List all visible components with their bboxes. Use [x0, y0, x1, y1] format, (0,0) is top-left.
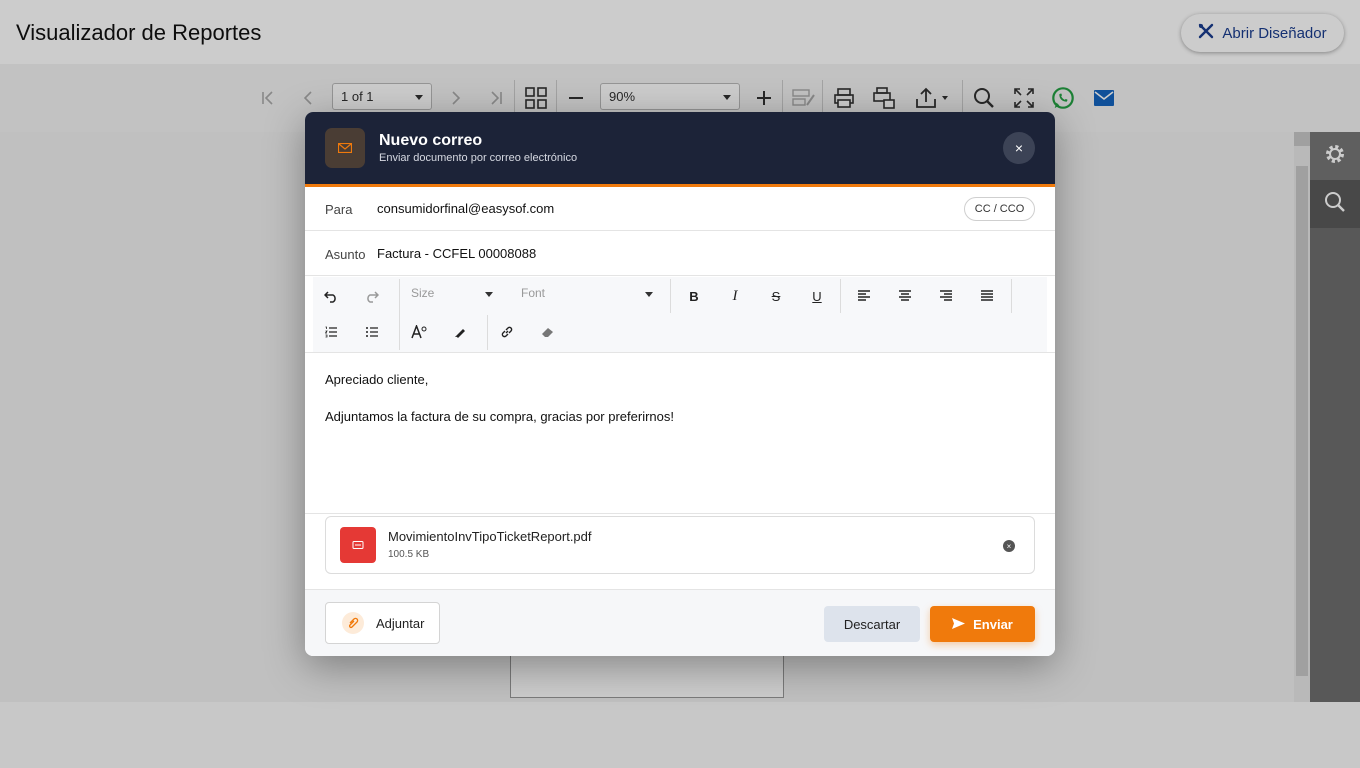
send-button[interactable]: Enviar	[930, 606, 1035, 642]
attachment-size: 100.5 KB	[388, 549, 430, 560]
to-label: Para	[325, 202, 353, 217]
discard-button[interactable]: Descartar	[824, 606, 920, 642]
dialog-title: Nuevo correo	[379, 132, 483, 149]
align-center-icon[interactable]	[891, 282, 919, 310]
attachments-area: MovimientoInvTipoTicketReport.pdf 100.5 …	[305, 513, 1055, 589]
body-line-message: Adjuntamos la factura de su compra, grac…	[325, 409, 675, 424]
subject-label: Asunto	[325, 247, 366, 262]
close-icon: ×	[1014, 140, 1024, 156]
email-body-editor[interactable]: Apreciado cliente, Adjuntamos la factura…	[325, 371, 1025, 445]
attachment-name: MovimientoInvTipoTicketReport.pdf	[388, 529, 592, 544]
editor-divider-line	[305, 352, 1055, 353]
dialog-footer: Adjuntar Descartar Enviar	[305, 589, 1055, 656]
editor-toolbar: Size Font B I S U	[313, 277, 1047, 352]
mail-icon	[325, 128, 365, 168]
chevron-down-icon	[645, 292, 653, 297]
strikethrough-button[interactable]: S	[762, 282, 790, 310]
to-field[interactable]: consumidorfinal@easysof.com	[377, 201, 937, 216]
attachment-card: MovimientoInvTipoTicketReport.pdf 100.5 …	[325, 516, 1035, 574]
font-size-select[interactable]: Size	[411, 286, 493, 306]
cc-bcc-button[interactable]: CC / CCO	[964, 197, 1035, 221]
font-size-placeholder: Size	[411, 286, 435, 300]
send-label: Enviar	[973, 616, 1013, 632]
align-left-icon[interactable]	[850, 282, 878, 310]
font-family-placeholder: Font	[521, 286, 546, 300]
dialog-subtitle: Enviar documento por correo electrónico	[379, 152, 578, 164]
ordered-list-icon[interactable]	[317, 318, 345, 346]
editor-divider	[840, 279, 841, 313]
new-email-dialog: Nuevo correo Enviar documento por correo…	[305, 112, 1055, 656]
remove-attachment-icon[interactable]: ×	[1003, 540, 1015, 552]
dialog-header: Nuevo correo Enviar documento por correo…	[305, 112, 1055, 184]
bullet-list-icon[interactable]	[358, 318, 386, 346]
highlight-pen-icon[interactable]	[446, 318, 474, 346]
underline-button[interactable]: U	[803, 282, 831, 310]
editor-divider	[487, 315, 488, 350]
editor-divider	[670, 279, 671, 313]
subject-row: Asunto Factura - CCFEL 00008088	[305, 232, 1055, 276]
subject-field[interactable]: Factura - CCFEL 00008088	[377, 246, 937, 261]
italic-button[interactable]: I	[721, 282, 749, 310]
body-line-greeting: Apreciado cliente,	[325, 372, 429, 387]
chevron-down-icon	[485, 292, 493, 297]
close-button[interactable]: ×	[1003, 132, 1035, 164]
link-icon[interactable]	[493, 318, 521, 346]
to-row: Para consumidorfinal@easysof.com CC / CC…	[305, 187, 1055, 231]
font-family-select[interactable]: Font	[521, 286, 653, 306]
align-justify-icon[interactable]	[973, 282, 1001, 310]
attach-file-label: Adjuntar	[376, 615, 425, 631]
send-icon	[952, 617, 966, 632]
editor-divider	[1011, 279, 1012, 313]
align-right-icon[interactable]	[932, 282, 960, 310]
attach-file-button[interactable]: Adjuntar	[325, 602, 440, 644]
paperclip-icon	[342, 612, 364, 634]
bold-button[interactable]: B	[680, 282, 708, 310]
editor-divider	[399, 279, 400, 350]
redo-icon[interactable]	[358, 282, 386, 310]
font-color-icon[interactable]	[405, 318, 433, 346]
pdf-file-icon	[340, 527, 376, 563]
eraser-icon[interactable]	[534, 318, 562, 346]
undo-icon[interactable]	[317, 282, 345, 310]
